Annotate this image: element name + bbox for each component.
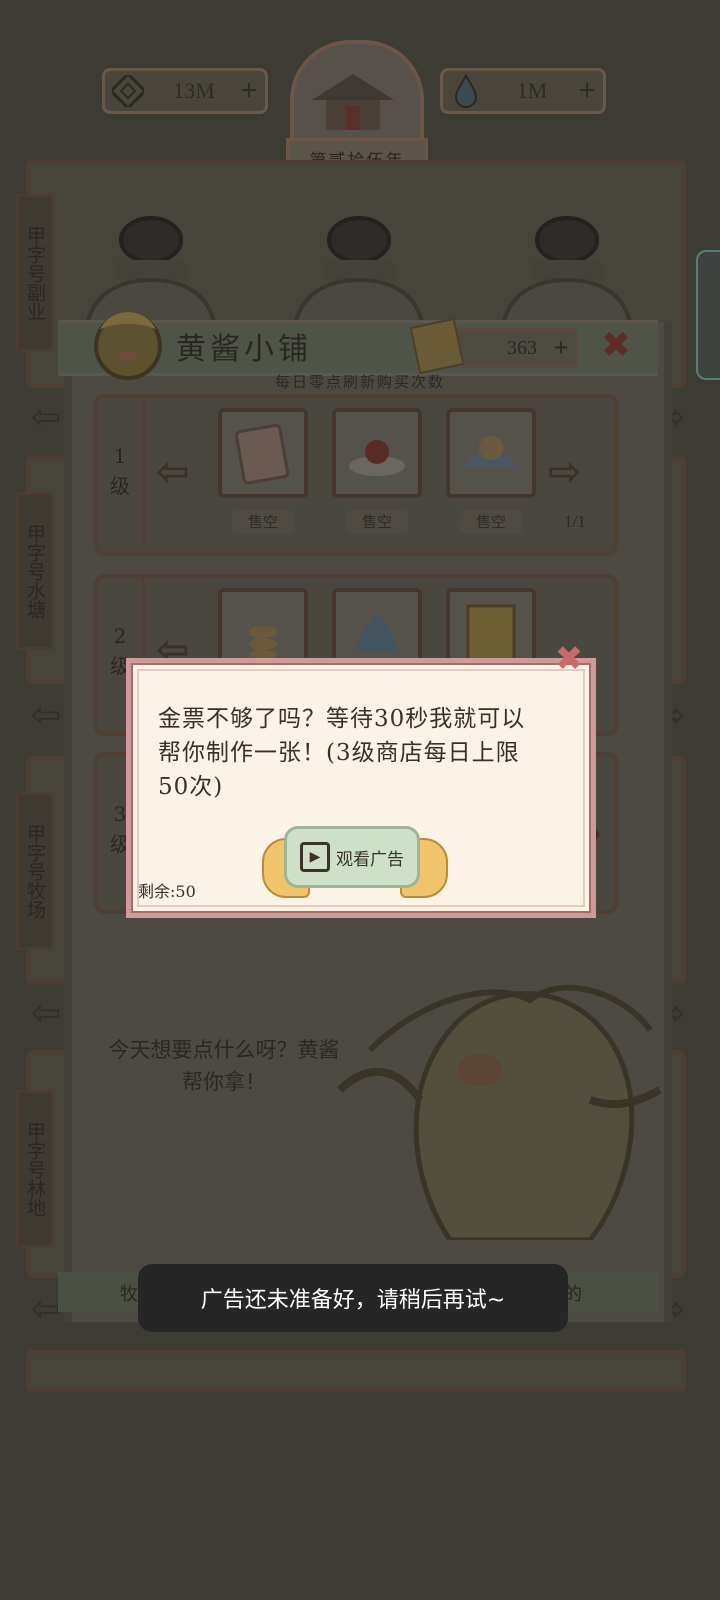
add-coins-button[interactable]: + [233,74,265,108]
field-card-next [26,1350,686,1392]
tier-number: 2 [113,624,127,648]
close-shop-icon[interactable]: ✖ [596,326,636,366]
watch-ad-button[interactable]: ▶ 观看广告 [284,826,420,888]
dialog-message: 金票不够了吗？等待30秒我就可以帮你制作一张！(3级商店每日上限50次) [158,706,526,800]
coin-counter[interactable]: 13M + [102,68,268,114]
cooking-pot-icon [499,216,635,336]
side-drawer-handle[interactable] [696,250,720,380]
tier-number: 3 [113,802,127,826]
page-indicator: 1/1 [564,512,586,531]
prev-page-arrow-icon[interactable]: ⇦ [156,452,190,492]
shopkeeper-speech: 今天想要点什么呀？黄酱帮你拿！ [108,1038,340,1094]
add-water-button[interactable]: + [571,74,603,108]
tier-label: 1 级 [98,398,145,544]
sold-out-badge: 售空 [460,510,522,534]
coin-value: 13M [173,78,215,103]
pavilion-icon [312,74,394,130]
close-dialog-icon[interactable]: ✖ [552,642,586,676]
red-fruit-plate-icon [349,440,405,476]
scroll-left-arrow-icon[interactable]: ⇦ [28,696,64,736]
next-page-arrow-icon[interactable]: ⇨ [548,452,582,492]
pearl-cushion-icon [464,436,518,468]
field-tab-pond[interactable]: 甲字号水塘 [16,492,54,650]
sold-out-badge: 售空 [232,510,294,534]
sold-out-badge: 售空 [346,510,408,534]
water-value: 1M [516,78,548,103]
play-icon: ▶ [300,842,330,872]
shopkeeper-mascot [337,984,662,1240]
field-tab-forest[interactable]: 甲字号林地 [16,1090,54,1248]
watch-ad-label: 观看广告 [336,849,404,870]
tier-word: 级 [110,474,130,498]
shop-item[interactable] [218,408,308,498]
banner-left-text: 牧 [120,1284,138,1305]
tier-number: 1 [113,444,127,468]
shop-item[interactable] [446,408,536,498]
gold-ticket-icon [409,317,465,375]
coin-icon [111,74,145,108]
refresh-note: 每日零点刷新购买次数 [274,373,445,391]
seed-bag-icon [234,423,290,485]
water-drop-icon [449,74,483,108]
add-tickets-button[interactable]: + [547,333,575,363]
field-tab-ranch[interactable]: 甲字号牧场 [16,792,54,950]
shop-item[interactable] [332,408,422,498]
water-counter[interactable]: 1M + [440,68,606,114]
cooking-pot-icon [291,216,427,336]
scroll-left-arrow-icon[interactable]: ⇦ [28,398,64,438]
shop-title: 黄酱小铺 [176,332,312,367]
scroll-left-arrow-icon[interactable]: ⇦ [28,994,64,1034]
toast-message: 广告还未准备好，请稍后再试~ [138,1264,568,1332]
ticket-value: 363 [507,336,537,359]
field-tab-sideline[interactable]: 甲字号副业 [16,194,54,352]
remaining-count: 剩余:50 [138,882,196,901]
